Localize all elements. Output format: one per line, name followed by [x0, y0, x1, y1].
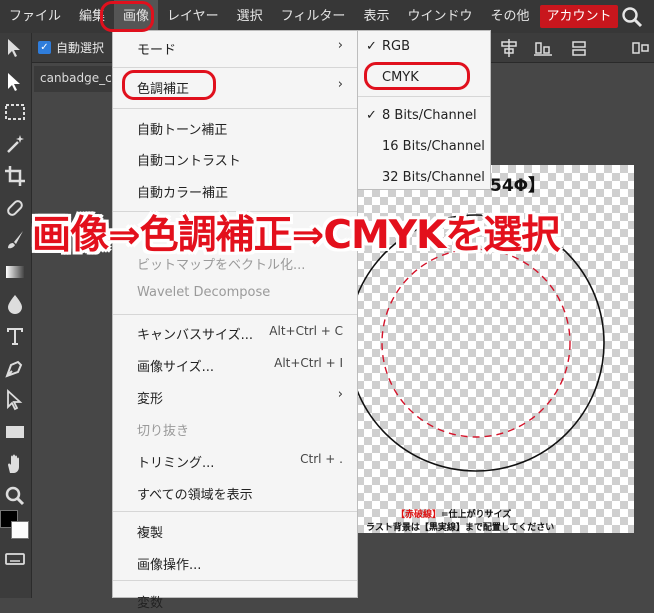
mode-item-16bit-label: 16 Bits/Channel [382, 139, 485, 154]
menu-bar: ファイル 編集 画像 レイヤー 選択 フィルター 表示 ウインドウ その他 アカ… [0, 0, 654, 33]
menu-separator [113, 580, 357, 581]
instruction-banner: 画像⇒色調補正⇒CMYKを選択 [32, 213, 560, 258]
menu-view[interactable]: 表示 [354, 0, 398, 33]
mode-item-16bit[interactable]: 16 Bits/Channel [358, 134, 490, 160]
align-icon[interactable] [500, 39, 518, 57]
align-bottom-icon[interactable] [534, 39, 552, 57]
menu-item-crop-label: 切り抜き [137, 424, 190, 439]
highlight-image-menu [100, 1, 154, 32]
trim-shortcut: Ctrl + . [300, 452, 343, 466]
highlight-adjustments [122, 70, 216, 100]
move-tool-active-icon[interactable] [3, 70, 27, 94]
menu-layer[interactable]: レイヤー [158, 0, 228, 33]
menu-item-auto-color[interactable]: 自動カラー補正 [113, 177, 357, 203]
mode-item-8bit-label: 8 Bits/Channel [382, 108, 477, 123]
menu-item-duplicate[interactable]: 複製 [113, 517, 357, 543]
menu-item-duplicate-label: 複製 [137, 526, 164, 541]
background-color-swatch[interactable] [11, 521, 29, 539]
search-icon[interactable] [620, 5, 644, 29]
mode-item-rgb-label: RGB [382, 39, 411, 54]
brush-icon[interactable] [3, 228, 27, 252]
auto-select-label: 自動選択 [56, 41, 105, 55]
chevron-right-icon: › [337, 387, 343, 402]
menu-item-auto-tone[interactable]: 自動トーン補正 [113, 114, 357, 140]
canvas-note-bleed: ラスト背景は【黒実線】まで配置してください [366, 523, 555, 533]
menu-item-image-size[interactable]: 画像サイズ... Alt+Ctrl + I [113, 351, 357, 377]
tools-panel [0, 33, 32, 598]
menu-separator [358, 96, 490, 97]
menu-file[interactable]: ファイル [0, 0, 70, 33]
menu-item-wavelet: Wavelet Decompose [113, 280, 357, 306]
menu-item-variables[interactable]: 変数 [113, 587, 357, 613]
marquee-tool-icon[interactable] [3, 100, 27, 124]
menu-item-auto-contrast[interactable]: 自動コントラスト [113, 145, 357, 171]
healing-brush-icon[interactable] [3, 196, 27, 220]
type-tool-icon[interactable] [3, 324, 27, 348]
check-icon: ✓ [366, 108, 377, 123]
distribute-icon[interactable] [570, 39, 588, 57]
hand-tool-icon[interactable] [3, 452, 27, 476]
zoom-tool-icon[interactable] [3, 484, 27, 508]
menu-separator [113, 108, 357, 109]
gradient-icon[interactable] [3, 260, 27, 284]
menu-item-variables-label: 変数 [137, 596, 164, 611]
document-tab[interactable]: canbadge_c [34, 66, 114, 92]
menu-item-auto-color-label: 自動カラー補正 [137, 186, 229, 201]
highlight-cmyk [364, 62, 470, 90]
canvas-note-rest: =仕上がりサイズ [441, 510, 512, 520]
menu-separator [113, 314, 357, 315]
mode-item-32bit[interactable]: 32 Bits/Channel [358, 165, 490, 191]
menu-item-image-operations[interactable]: 画像操作... [113, 549, 357, 575]
chevron-right-icon: › [337, 38, 343, 53]
menu-filter[interactable]: フィルター [272, 0, 355, 33]
menu-item-mode[interactable]: モード › [113, 34, 357, 60]
move-tool-icon[interactable] [3, 36, 27, 60]
mode-item-rgb[interactable]: ✓ RGB [358, 34, 490, 60]
mode-item-32bit-label: 32 Bits/Channel [382, 170, 485, 185]
menu-item-mode-label: モード [137, 43, 177, 58]
image-menu-dropdown: モード › 色調補正 › 自動トーン補正 自動コントラスト 自動カラー補正 ビッ… [112, 30, 358, 611]
menu-item-image-operations-label: 画像操作... [137, 558, 202, 573]
image-size-shortcut: Alt+Ctrl + I [274, 356, 343, 370]
chevron-right-icon: › [337, 77, 343, 92]
menu-select[interactable]: 選択 [228, 0, 272, 33]
menu-item-trim[interactable]: トリミング... Ctrl + . [113, 447, 357, 473]
shape-tool-icon[interactable] [3, 420, 27, 444]
distribute-horizontal-icon[interactable] [632, 39, 650, 57]
pen-tool-icon[interactable] [3, 356, 27, 380]
menu-item-crop: 切り抜き [113, 415, 357, 441]
menu-more[interactable]: その他 [481, 0, 538, 33]
menu-item-trim-label: トリミング... [137, 456, 215, 471]
menu-window[interactable]: ウインドウ [398, 0, 481, 33]
auto-select-checkbox[interactable]: ✓ [38, 41, 51, 54]
canvas-note-trim: 【赤破線】=仕上がりサイズ [396, 507, 511, 520]
keyboard-icon[interactable] [3, 547, 27, 571]
menu-item-wavelet-label: Wavelet Decompose [137, 285, 271, 300]
menu-item-transform[interactable]: 変形 › [113, 383, 357, 409]
menu-item-auto-tone-label: 自動トーン補正 [137, 123, 228, 138]
account-button[interactable]: アカウント [540, 5, 618, 28]
menu-item-reveal-all[interactable]: すべての領域を表示 [113, 479, 357, 505]
menu-item-auto-contrast-label: 自動コントラスト [137, 154, 241, 169]
menu-separator [113, 511, 357, 512]
canvas-size-shortcut: Alt+Ctrl + C [269, 324, 343, 338]
blur-drop-icon[interactable] [3, 292, 27, 316]
magic-wand-icon[interactable] [3, 132, 27, 156]
menu-item-image-size-label: 画像サイズ... [137, 360, 215, 375]
menu-item-transform-label: 変形 [137, 392, 164, 407]
check-icon: ✓ [366, 39, 377, 54]
canvas-note-red: 【赤破線】 [396, 510, 442, 520]
path-select-icon[interactable] [3, 388, 27, 412]
menu-item-canvas-size-label: キャンバスサイズ... [137, 328, 254, 343]
mode-item-8bit[interactable]: ✓ 8 Bits/Channel [358, 103, 490, 129]
menu-separator [113, 67, 357, 68]
mode-submenu: ✓ RGB CMYK ✓ 8 Bits/Channel 16 Bits/Chan… [357, 30, 491, 190]
crop-icon[interactable] [3, 164, 27, 188]
menu-item-canvas-size[interactable]: キャンバスサイズ... Alt+Ctrl + C [113, 319, 357, 345]
menu-item-reveal-all-label: すべての領域を表示 [137, 488, 253, 503]
